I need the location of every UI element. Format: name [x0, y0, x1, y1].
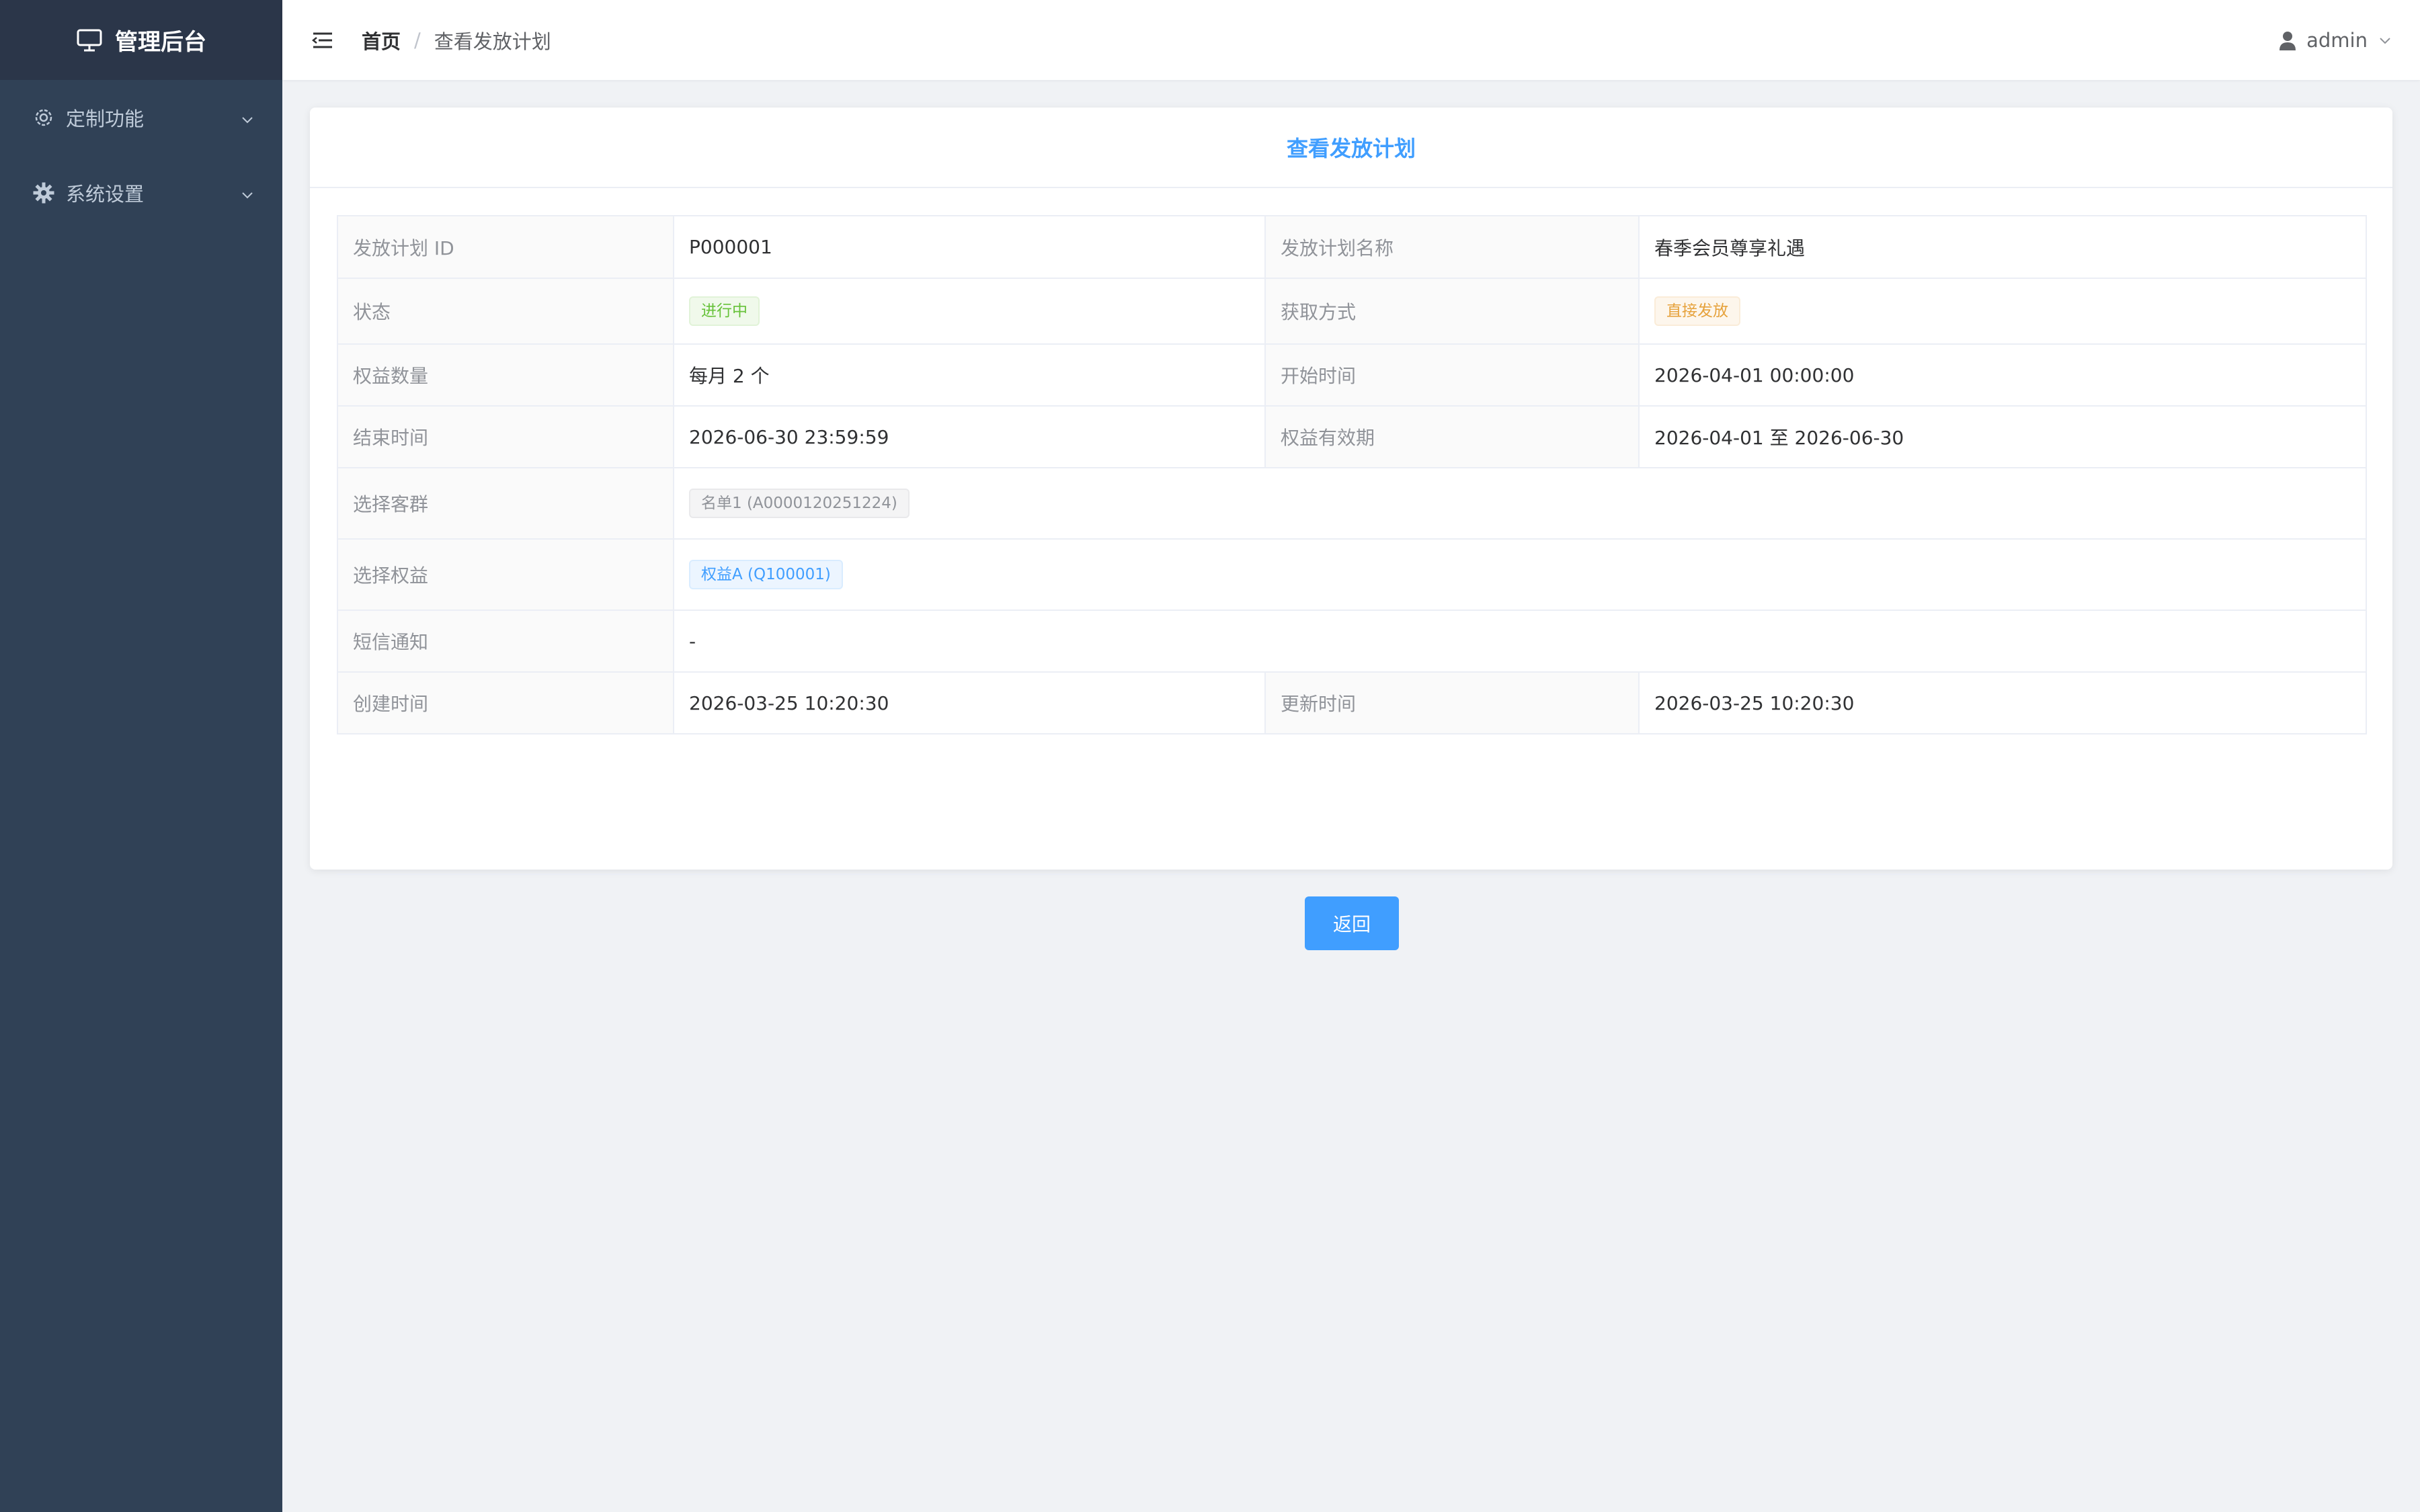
- sms-value: -: [673, 610, 2367, 673]
- plan-name-label: 发放计划名称: [1264, 215, 1640, 279]
- validity-label: 权益有效期: [1264, 405, 1640, 468]
- status-label: 状态: [337, 278, 674, 345]
- user-menu[interactable]: admin: [2278, 0, 2393, 80]
- benefit-label: 选择权益: [337, 538, 674, 611]
- user-icon: [2278, 30, 2297, 50]
- acquire-method-cell: 直接发放: [1638, 278, 2367, 345]
- end-time-label: 结束时间: [337, 405, 674, 468]
- sidebar-item-custom-features[interactable]: 定制功能: [0, 80, 282, 155]
- breadcrumb-separator: /: [414, 28, 421, 52]
- start-time-label: 开始时间: [1264, 343, 1640, 407]
- acquire-method-badge: 直接发放: [1654, 296, 1740, 326]
- table-row: 创建时间 2026-03-25 10:20:30 更新时间 2026-03-25…: [337, 671, 2367, 734]
- app-title: 管理后台: [115, 29, 206, 56]
- username: admin: [2306, 28, 2368, 52]
- created-time-label: 创建时间: [337, 671, 674, 734]
- breadcrumb-home[interactable]: 首页: [362, 26, 401, 54]
- audience-tag: 名单1 (A0000120251224): [689, 489, 910, 518]
- divider: [337, 874, 2366, 875]
- table-row: 结束时间 2026-06-30 23:59:59 权益有效期 2026-04-0…: [337, 405, 2367, 468]
- start-time-value: 2026-04-01 00:00:00: [1638, 343, 2367, 407]
- plan-id-value: P000001: [673, 215, 1266, 279]
- plan-detail-table: 发放计划 ID P000001 发放计划名称 春季会员尊享礼遇 状态 进行中 获…: [337, 215, 2367, 734]
- detail-card: 查看发放计划 发放计划 ID P000001 发放计划名称 春季会员尊享礼遇 状…: [310, 108, 2392, 950]
- updated-time-label: 更新时间: [1264, 671, 1640, 734]
- acquire-method-label: 获取方式: [1264, 278, 1640, 345]
- plan-name-value: 春季会员尊享礼遇: [1638, 215, 2367, 279]
- app-logo[interactable]: 管理后台: [0, 0, 282, 80]
- quantity-label: 权益数量: [337, 343, 674, 407]
- audience-label: 选择客群: [337, 467, 674, 540]
- top-navbar: 首页 / 查看发放计划 admin: [282, 0, 2420, 80]
- validity-value: 2026-04-01 至 2026-06-30: [1638, 405, 2367, 468]
- chevron-down-icon: [239, 185, 255, 201]
- sidebar-item-label: 系统设置: [66, 183, 145, 206]
- status-cell: 进行中: [673, 278, 1266, 345]
- table-row: 选择客群 名单1 (A0000120251224): [337, 467, 2367, 540]
- table-row: 权益数量 每月 2 个 开始时间 2026-04-01 00:00:00: [337, 343, 2367, 407]
- back-button[interactable]: 返回: [1305, 896, 1399, 950]
- card-title: 查看发放计划: [310, 108, 2392, 188]
- table-row: 发放计划 ID P000001 发放计划名称 春季会员尊享礼遇: [337, 215, 2367, 279]
- updated-time-value: 2026-03-25 10:20:30: [1638, 671, 2367, 734]
- gear-icon: [32, 181, 55, 204]
- breadcrumb: 首页 / 查看发放计划: [362, 26, 551, 54]
- table-row: 选择权益 权益A (Q100001): [337, 538, 2367, 611]
- status-badge: 进行中: [689, 296, 760, 326]
- breadcrumb-current: 查看发放计划: [434, 30, 551, 53]
- monitor-icon: [77, 29, 102, 51]
- sms-label: 短信通知: [337, 610, 674, 673]
- audience-cell: 名单1 (A0000120251224): [673, 467, 2367, 540]
- sidebar: 管理后台 定制功能 系统设置: [0, 0, 282, 1512]
- chevron-down-icon: [239, 110, 255, 126]
- quantity-value: 每月 2 个: [673, 343, 1266, 407]
- benefit-cell: 权益A (Q100001): [673, 538, 2367, 611]
- table-row: 状态 进行中 获取方式 直接发放: [337, 278, 2367, 345]
- sidebar-item-label: 定制功能: [66, 108, 145, 130]
- table-row: 短信通知 -: [337, 610, 2367, 673]
- sidebar-item-system-settings[interactable]: 系统设置: [0, 155, 282, 230]
- gear-outline-icon: [32, 106, 55, 129]
- benefit-tag: 权益A (Q100001): [689, 560, 843, 589]
- end-time-value: 2026-06-30 23:59:59: [673, 405, 1266, 468]
- plan-id-label: 发放计划 ID: [337, 215, 674, 279]
- created-time-value: 2026-03-25 10:20:30: [673, 671, 1266, 734]
- chevron-down-icon: [2377, 32, 2393, 48]
- menu-toggle-icon[interactable]: [312, 29, 335, 52]
